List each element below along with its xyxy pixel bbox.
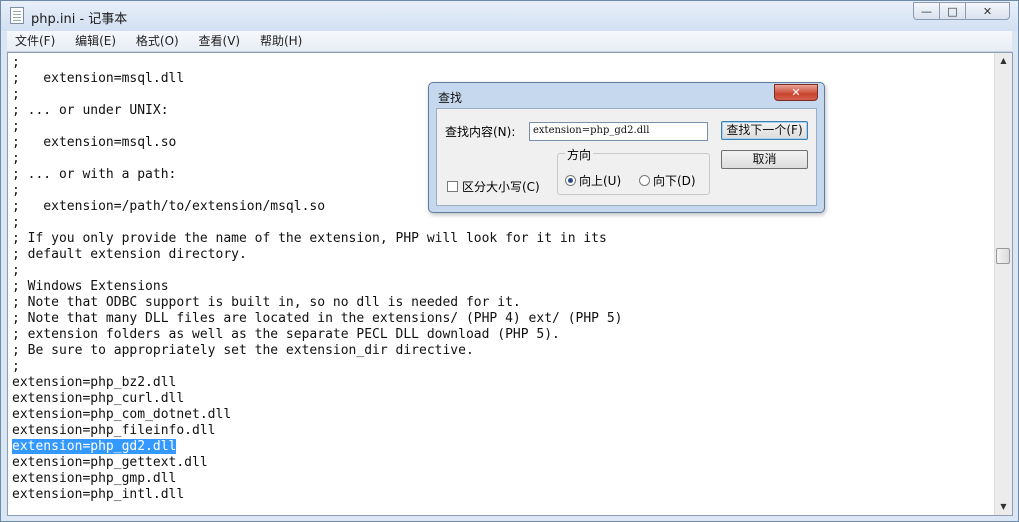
find-dialog-body: 查找内容(N): extension=php_gd2.dll 查找下一个(F) … bbox=[436, 108, 817, 206]
text-line[interactable]: ; bbox=[12, 263, 994, 279]
selected-text: extension=php_gd2.dll bbox=[12, 439, 177, 454]
find-what-label: 查找内容(N): bbox=[445, 125, 516, 139]
line-text: extension=php_gettext.dll bbox=[12, 455, 208, 470]
line-text: ; bbox=[12, 183, 20, 198]
line-text: ; default extension directory. bbox=[12, 247, 247, 262]
menu-format[interactable]: 格式(O) bbox=[128, 31, 187, 49]
text-line[interactable]: ; If you only provide the name of the ex… bbox=[12, 231, 994, 247]
line-text: extension=php_curl.dll bbox=[12, 391, 185, 406]
text-line[interactable]: ; bbox=[12, 55, 994, 71]
text-line[interactable]: ; default extension directory. bbox=[12, 247, 994, 263]
scroll-thumb[interactable] bbox=[996, 248, 1010, 264]
text-line[interactable]: extension=php_com_dotnet.dll bbox=[12, 407, 994, 423]
text-line[interactable]: ; Note that ODBC support is built in, so… bbox=[12, 295, 994, 311]
direction-down-label: 向下(D) bbox=[653, 174, 696, 188]
direction-down-option[interactable]: 向下(D) bbox=[639, 172, 696, 189]
direction-label: 方向 bbox=[565, 146, 594, 163]
match-case-option[interactable]: 区分大小写(C) bbox=[447, 178, 540, 195]
text-line[interactable]: ; bbox=[12, 359, 994, 375]
minimize-icon: — bbox=[921, 4, 932, 18]
window-title: php.ini - 记事本 bbox=[31, 12, 128, 27]
direction-up-radio[interactable] bbox=[565, 175, 576, 186]
menu-help[interactable]: 帮助(H) bbox=[252, 31, 310, 49]
direction-down-radio[interactable] bbox=[639, 175, 650, 186]
line-text: ; Be sure to appropriately set the exten… bbox=[12, 343, 474, 358]
line-text: ; ... or with a path: bbox=[12, 167, 177, 182]
line-text: ; bbox=[12, 359, 20, 374]
close-button[interactable]: ✕ bbox=[965, 2, 1010, 20]
line-text: extension=php_intl.dll bbox=[12, 487, 185, 502]
find-dialog-title: 查找 bbox=[438, 91, 463, 105]
line-text: ; extension folders as well as the separ… bbox=[12, 327, 560, 342]
line-text: extension=php_fileinfo.dll bbox=[12, 423, 216, 438]
scroll-up-icon[interactable]: ▲ bbox=[995, 53, 1012, 69]
line-text: ; extension=msql.so bbox=[12, 135, 177, 150]
text-line[interactable]: ; Note that many DLL files are located i… bbox=[12, 311, 994, 327]
line-text: ; Note that ODBC support is built in, so… bbox=[12, 295, 521, 310]
scroll-down-icon[interactable]: ▼ bbox=[995, 499, 1012, 515]
menu-edit[interactable]: 编辑(E) bbox=[67, 31, 124, 49]
text-line[interactable]: extension=php_gd2.dll bbox=[12, 439, 994, 455]
line-text: ; extension=/path/to/extension/msql.so bbox=[12, 199, 326, 214]
find-what-input[interactable]: extension=php_gd2.dll bbox=[529, 122, 708, 141]
direction-up-label: 向上(U) bbox=[579, 174, 622, 188]
text-line[interactable]: extension=php_gmp.dll bbox=[12, 471, 994, 487]
text-line[interactable]: extension=php_fileinfo.dll bbox=[12, 423, 994, 439]
minimize-button[interactable]: — bbox=[913, 2, 940, 20]
direction-up-option[interactable]: 向上(U) bbox=[565, 172, 621, 189]
match-case-checkbox[interactable] bbox=[447, 181, 458, 192]
close-icon: ✕ bbox=[982, 4, 993, 18]
line-text: extension=php_bz2.dll bbox=[12, 375, 177, 390]
maximize-icon: □ bbox=[947, 4, 958, 18]
text-line[interactable]: ; Be sure to appropriately set the exten… bbox=[12, 343, 994, 359]
line-text: ; bbox=[12, 119, 20, 134]
text-line[interactable]: ; Windows Extensions bbox=[12, 279, 994, 295]
line-text: ; Note that many DLL files are located i… bbox=[12, 311, 623, 326]
find-next-button[interactable]: 查找下一个(F) bbox=[721, 121, 808, 140]
menu-view[interactable]: 查看(V) bbox=[191, 31, 249, 49]
text-line[interactable]: extension=php_gettext.dll bbox=[12, 455, 994, 471]
maximize-button[interactable]: □ bbox=[939, 2, 966, 20]
line-text: ; extension=msql.dll bbox=[12, 71, 185, 86]
menu-bar: 文件(F) 编辑(E) 格式(O) 查看(V) 帮助(H) bbox=[7, 31, 1012, 52]
line-text: ; bbox=[12, 263, 20, 278]
line-text: ; bbox=[12, 215, 20, 230]
line-text: ; If you only provide the name of the ex… bbox=[12, 231, 607, 246]
notepad-window: php.ini - 记事本 — □ ✕ 文件(F) 编辑(E) 格式(O) 查看… bbox=[0, 0, 1019, 522]
line-text: ; ... or under UNIX: bbox=[12, 103, 169, 118]
text-line[interactable]: extension=php_bz2.dll bbox=[12, 375, 994, 391]
vertical-scrollbar[interactable]: ▲ ▼ bbox=[994, 53, 1012, 515]
line-text: extension=php_gmp.dll bbox=[12, 471, 177, 486]
find-dialog-close-button[interactable]: ✕ bbox=[774, 84, 818, 101]
line-text: extension=php_com_dotnet.dll bbox=[12, 407, 232, 422]
line-text: ; bbox=[12, 151, 20, 166]
close-icon: ✕ bbox=[791, 86, 801, 99]
notepad-icon[interactable] bbox=[10, 7, 24, 24]
cancel-button[interactable]: 取消 bbox=[721, 150, 808, 169]
line-text: ; bbox=[12, 87, 20, 102]
text-line[interactable]: ; extension folders as well as the separ… bbox=[12, 327, 994, 343]
menu-file[interactable]: 文件(F) bbox=[7, 31, 63, 49]
text-line[interactable]: extension=php_curl.dll bbox=[12, 391, 994, 407]
find-dialog: 查找 ✕ 查找内容(N): extension=php_gd2.dll 查找下一… bbox=[428, 82, 825, 213]
window-controls: — □ ✕ bbox=[913, 2, 1010, 21]
line-text: ; bbox=[12, 55, 20, 70]
match-case-label: 区分大小写(C) bbox=[462, 180, 540, 194]
text-line[interactable]: ; bbox=[12, 215, 994, 231]
title-bar[interactable]: php.ini - 记事本 — □ ✕ bbox=[1, 1, 1018, 31]
line-text: ; Windows Extensions bbox=[12, 279, 169, 294]
text-line[interactable]: extension=php_intl.dll bbox=[12, 487, 994, 503]
